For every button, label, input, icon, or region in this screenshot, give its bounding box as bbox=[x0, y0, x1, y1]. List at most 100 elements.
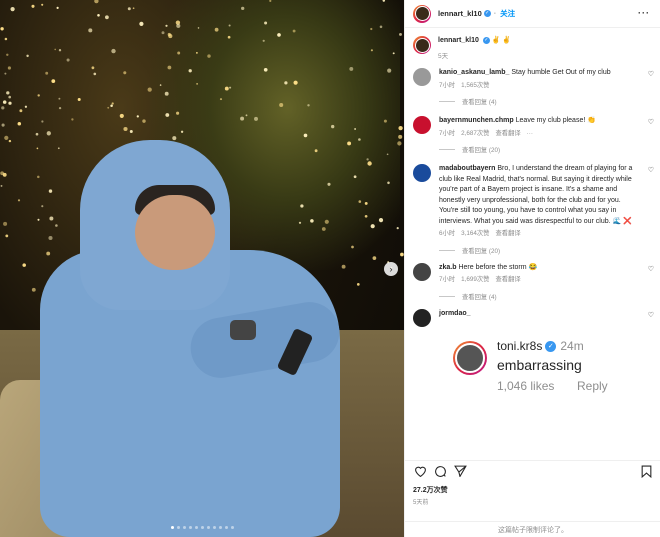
light-dot bbox=[6, 53, 9, 57]
commenter-username[interactable]: zka.b bbox=[439, 264, 457, 271]
light-dot bbox=[1, 106, 5, 110]
comment-item: kanio_askanu_lamb_ Stay humble Get Out o… bbox=[405, 68, 660, 106]
carousel-dot[interactable] bbox=[200, 526, 204, 529]
comment-more[interactable]: ··· bbox=[527, 130, 533, 137]
view-replies-button[interactable]: 查看回复 (4) bbox=[439, 97, 660, 106]
light-dot bbox=[349, 66, 354, 71]
light-dot bbox=[398, 134, 403, 139]
comment-likes[interactable]: 1,565次赞 bbox=[461, 82, 489, 89]
comment-reply[interactable]: 查看翻译 bbox=[495, 130, 520, 137]
comment-like-icon[interactable]: ♡ bbox=[648, 311, 654, 319]
more-options-icon[interactable]: ··· bbox=[638, 8, 650, 18]
comment-body: madaboutbayern Bro, I understand the dre… bbox=[439, 164, 639, 240]
light-dot bbox=[399, 32, 402, 36]
commenter-avatar[interactable] bbox=[413, 262, 431, 281]
comment-like-icon[interactable]: ♡ bbox=[648, 70, 654, 78]
light-dot bbox=[17, 199, 21, 202]
light-dot bbox=[58, 49, 62, 52]
post-age: 5天前 bbox=[413, 500, 429, 506]
light-dot bbox=[136, 115, 139, 118]
comment-like-icon[interactable]: ♡ bbox=[648, 118, 654, 126]
light-dot bbox=[22, 263, 26, 267]
comment-icon[interactable] bbox=[433, 464, 447, 478]
comment-item: zka.b Here before the storm 😂 7小时 1,699次赞查… bbox=[405, 262, 660, 301]
light-dot bbox=[71, 118, 74, 121]
light-dot bbox=[10, 6, 15, 12]
carousel-dot[interactable] bbox=[218, 526, 222, 529]
carousel-dot[interactable] bbox=[188, 526, 192, 529]
commenter-username[interactable]: bayernmunchen.chmp bbox=[439, 117, 514, 124]
light-dot bbox=[263, 67, 268, 72]
light-dot bbox=[66, 58, 70, 62]
caption-time: 5天 bbox=[438, 53, 449, 60]
post-caption: lennart_kl10 ✓ ✌ ✌ 5天 bbox=[405, 28, 660, 60]
follow-button[interactable]: 关注 bbox=[500, 8, 515, 19]
view-replies-button[interactable]: 查看回复 (20) bbox=[439, 145, 660, 154]
light-dot bbox=[8, 101, 12, 105]
carousel-dot[interactable] bbox=[194, 526, 198, 529]
light-dot bbox=[331, 124, 335, 129]
light-dot bbox=[119, 113, 124, 118]
comment-reply[interactable]: 查看翻译 bbox=[495, 230, 520, 237]
light-dot bbox=[398, 125, 403, 131]
light-dot bbox=[8, 139, 12, 143]
action-bar: 27.2万次赞 5天前 这篇帖子限制评论了。 bbox=[405, 460, 660, 537]
commenter-username[interactable]: jormdao_ bbox=[439, 310, 471, 317]
caption-username[interactable]: lennart_kl10 bbox=[438, 37, 479, 44]
likes-count[interactable]: 27.2万次赞 bbox=[413, 485, 653, 495]
view-replies-button[interactable]: 查看回复 (4) bbox=[439, 292, 660, 301]
commenter-avatar[interactable] bbox=[413, 308, 431, 327]
comment-like-icon[interactable]: ♡ bbox=[648, 166, 654, 174]
carousel-next-button[interactable]: › bbox=[384, 262, 398, 276]
share-icon[interactable] bbox=[453, 464, 467, 478]
bookmark-icon[interactable] bbox=[639, 464, 653, 478]
view-replies-button[interactable]: 查看回复 (20) bbox=[439, 246, 660, 255]
light-dot bbox=[0, 184, 3, 187]
light-dot bbox=[31, 287, 36, 292]
comment-text: Bro, I understand the dream of playing f… bbox=[439, 165, 633, 225]
author-avatar[interactable] bbox=[413, 4, 431, 23]
commenter-avatar[interactable] bbox=[413, 68, 431, 86]
comment-likes[interactable]: 3,164次赞 bbox=[461, 230, 489, 237]
carousel-dot[interactable] bbox=[176, 526, 180, 529]
light-dot bbox=[372, 256, 377, 260]
light-dot bbox=[176, 23, 181, 28]
light-dot bbox=[387, 181, 390, 185]
light-dot bbox=[245, 114, 248, 117]
commenter-username[interactable]: madaboutbayern bbox=[439, 165, 495, 172]
carousel-dot[interactable] bbox=[206, 526, 210, 529]
light-dot bbox=[392, 52, 395, 55]
light-dot bbox=[224, 86, 229, 91]
carousel-dot[interactable] bbox=[182, 526, 186, 529]
commenter-avatar[interactable] bbox=[413, 164, 431, 182]
light-dot bbox=[159, 84, 162, 86]
light-dot bbox=[91, 66, 95, 70]
carousel-dot[interactable] bbox=[230, 526, 234, 529]
commenter-username[interactable]: kanio_askanu_lamb_ bbox=[439, 69, 509, 76]
comment-meta: 7小时 2,687次赞 查看翻译 ··· bbox=[439, 129, 639, 140]
light-dot bbox=[161, 31, 165, 35]
light-dot bbox=[176, 111, 180, 115]
verified-badge-icon: ✓ bbox=[482, 36, 490, 44]
light-dot bbox=[219, 98, 223, 101]
comment-body: zka.b Here before the storm 😂 7小时 1,699次赞查… bbox=[439, 263, 639, 286]
light-dot bbox=[370, 224, 375, 229]
caption-avatar[interactable] bbox=[413, 36, 431, 54]
commenter-avatar[interactable] bbox=[413, 116, 431, 134]
like-heart-icon[interactable] bbox=[413, 464, 427, 478]
comment-like-icon[interactable]: ♡ bbox=[648, 265, 654, 273]
light-dot bbox=[303, 133, 308, 138]
carousel-dot[interactable] bbox=[170, 526, 174, 529]
light-dot bbox=[4, 72, 7, 75]
light-dot bbox=[386, 153, 389, 156]
light-dot bbox=[4, 37, 8, 41]
carousel-dot[interactable] bbox=[224, 526, 228, 529]
comment-reply[interactable]: 查看翻译 bbox=[495, 276, 520, 283]
carousel-dot[interactable] bbox=[212, 526, 216, 529]
light-dot bbox=[2, 172, 7, 177]
author-username[interactable]: lennart_kl10 bbox=[438, 9, 482, 18]
comment-meta: 7小时 1,699次赞 查看翻译 bbox=[439, 275, 639, 286]
light-dot bbox=[277, 33, 281, 37]
comment-likes[interactable]: 1,699次赞 bbox=[461, 276, 489, 283]
comment-likes[interactable]: 2,687次赞 bbox=[461, 130, 489, 137]
